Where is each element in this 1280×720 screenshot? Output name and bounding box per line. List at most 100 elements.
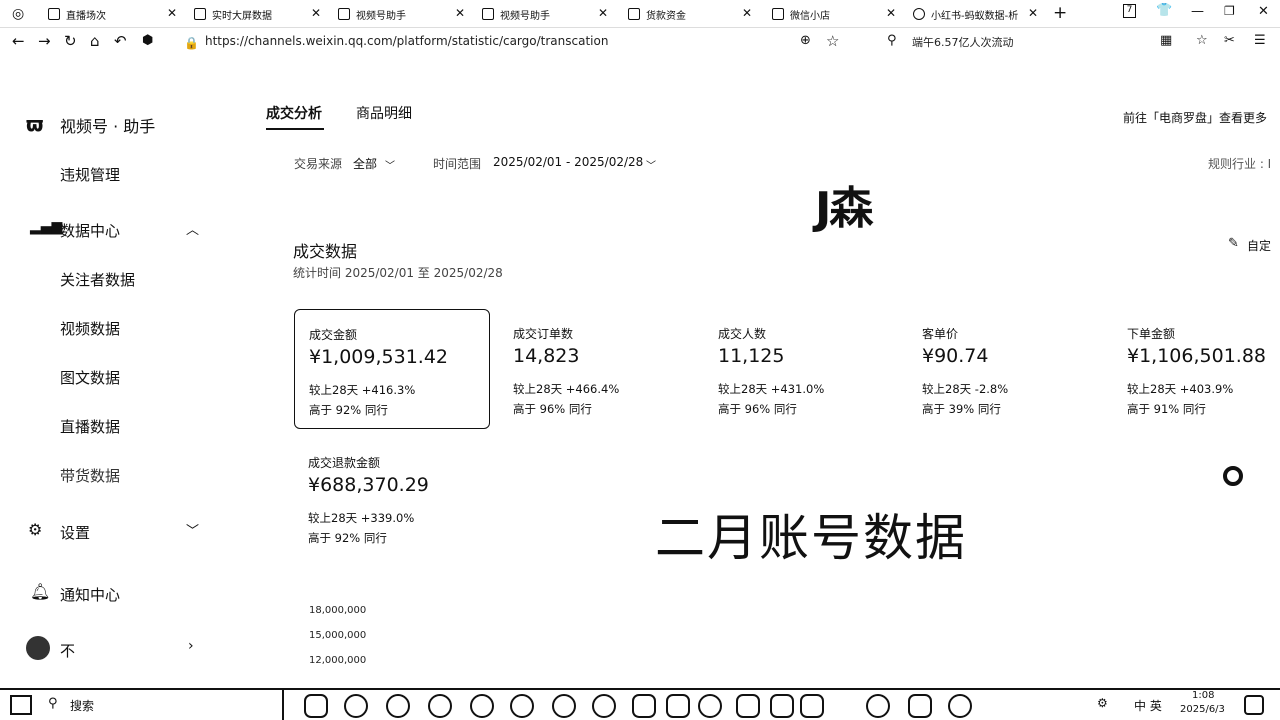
search-input[interactable]: 端午6.57亿人次流动 xyxy=(912,34,1014,50)
browser-tab-2[interactable]: 实时大屏数据 xyxy=(194,4,272,24)
compass-link[interactable]: 前往「电商罗盘」查看更多 xyxy=(1123,109,1267,126)
app-icon[interactable] xyxy=(948,694,972,718)
new-tab-icon[interactable]: + xyxy=(1053,3,1067,23)
shirt-icon[interactable]: 👕 xyxy=(1156,3,1172,18)
close-icon[interactable]: ✕ xyxy=(598,6,608,20)
metric-card-buyers[interactable]: 成交人数 11,125 较上28天 +431.0% 高于 96% 同行 xyxy=(704,309,900,429)
browser-tab-6[interactable]: 微信小店 xyxy=(772,4,830,24)
browser-logo-icon[interactable]: ◎ xyxy=(12,6,24,22)
search-icon[interactable]: ⚲ xyxy=(48,696,58,711)
minimize-icon[interactable]: — xyxy=(1191,4,1204,19)
start-icon[interactable] xyxy=(10,695,32,715)
window-close-icon[interactable]: ✕ xyxy=(1258,4,1269,19)
browser-tab-3[interactable]: 视频号助手 xyxy=(338,4,406,24)
app-icon[interactable] xyxy=(736,694,760,718)
chevron-down-icon[interactable]: ﹀ xyxy=(385,157,395,172)
app-icon[interactable] xyxy=(800,694,824,718)
metric-card-orders[interactable]: 成交订单数 14,823 较上28天 +466.4% 高于 96% 同行 xyxy=(499,309,695,429)
customize-button[interactable]: 自定 xyxy=(1247,237,1271,254)
qq-icon[interactable] xyxy=(386,694,410,718)
edit-icon[interactable]: ✎ xyxy=(1228,236,1239,251)
close-icon[interactable]: ✕ xyxy=(311,6,321,20)
tab-favicon-icon xyxy=(338,8,350,20)
metric-label: 下单金额 xyxy=(1127,327,1176,341)
close-icon[interactable]: ✕ xyxy=(167,6,177,20)
industry-filter[interactable]: 规则行业 : I xyxy=(1208,155,1271,172)
sidebar-item-video-data[interactable]: 视频数据 xyxy=(60,318,120,339)
sidebar-item-violations[interactable]: 违规管理 xyxy=(60,164,120,185)
sidebar-item-followers[interactable]: 关注者数据 xyxy=(60,269,135,290)
close-icon[interactable]: ✕ xyxy=(886,6,896,20)
browser-tab-1[interactable]: 直播场次 xyxy=(48,4,106,24)
tab-deal-analysis[interactable]: 成交分析 xyxy=(266,103,322,123)
taskbar: ⚲ 搜索 ⚙ 中 英 1:08 2025/6/3 xyxy=(0,688,1280,720)
tray-icon[interactable]: ⚙ xyxy=(1097,696,1108,710)
favorites-icon[interactable]: ☆ xyxy=(1196,32,1208,50)
ime-indicator[interactable]: 中 英 xyxy=(1134,697,1162,714)
sidebar-item-live-data[interactable]: 直播数据 xyxy=(60,416,120,437)
app-icon[interactable] xyxy=(510,694,534,718)
url-field[interactable]: https://channels.weixin.qq.com/platform/… xyxy=(205,34,608,48)
sidebar-item-data-center[interactable]: 数据中心 xyxy=(60,220,120,241)
edge-icon[interactable] xyxy=(428,694,452,718)
sidebar-item-settings[interactable]: 设置 xyxy=(60,522,90,543)
metric-card-refund[interactable]: 成交退款金额 ¥688,370.29 较上28天 +339.0% 高于 92% … xyxy=(294,438,490,558)
wechat-icon[interactable] xyxy=(698,694,722,718)
forward-icon[interactable]: → xyxy=(38,32,51,50)
close-icon[interactable]: ✕ xyxy=(455,6,465,20)
sidebar-item-notifications[interactable]: 通知中心 xyxy=(60,584,120,605)
lock-icon[interactable]: 🔒 xyxy=(184,34,199,52)
home-icon[interactable]: ⌂ xyxy=(90,32,100,50)
range-filter-value[interactable]: 2025/02/01 - 2025/02/28 xyxy=(493,155,643,169)
chevron-down-icon[interactable]: ﹀ xyxy=(186,520,199,539)
chevron-down-icon[interactable]: ﹀ xyxy=(646,157,656,172)
notification-center-icon[interactable] xyxy=(1244,695,1264,715)
file-explorer-icon[interactable] xyxy=(304,694,328,718)
source-filter-value[interactable]: 全部 xyxy=(353,155,377,172)
tab-product-detail[interactable]: 商品明细 xyxy=(356,103,412,123)
clock-time[interactable]: 1:08 xyxy=(1192,690,1214,701)
metric-card-order-amount[interactable]: 下单金额 ¥1,106,501.88 较上28天 +403.9% 高于 91% … xyxy=(1113,309,1280,429)
menu-icon[interactable]: ☰ xyxy=(1254,32,1266,50)
metric-card-gmv[interactable]: 成交金额 ¥1,009,531.42 较上28天 +416.3% 高于 92% … xyxy=(294,309,490,429)
app-icon[interactable] xyxy=(552,694,576,718)
y-axis-tick: 12,000,000 xyxy=(309,655,367,666)
app-icon[interactable] xyxy=(666,694,690,718)
calendar-icon[interactable]: 7 xyxy=(1123,4,1136,18)
undo-icon[interactable]: ↶ xyxy=(114,32,127,50)
browser-app-icon[interactable] xyxy=(344,694,368,718)
restore-icon[interactable]: ❐ xyxy=(1224,4,1235,18)
shield-icon[interactable]: ⬢ xyxy=(142,32,153,50)
zoom-icon[interactable]: ⊕ xyxy=(800,32,811,50)
notes-icon[interactable] xyxy=(770,694,794,718)
tools-icon[interactable]: ✂ xyxy=(1224,32,1235,50)
avatar[interactable] xyxy=(26,636,50,660)
taskbar-search-input[interactable]: 搜索 xyxy=(70,697,94,714)
app-icon[interactable] xyxy=(908,694,932,718)
apps-icon[interactable]: ▦ xyxy=(1160,32,1172,50)
metric-card-avg-price[interactable]: 客单价 ¥90.74 较上28天 -2.8% 高于 39% 同行 xyxy=(908,309,1104,429)
assistant-bubble-icon[interactable] xyxy=(1223,466,1243,486)
browser-tab-7[interactable]: 小红书-蚂蚁数据-析 xyxy=(913,4,1018,24)
sidebar-item-sales-data[interactable]: 带货数据 xyxy=(60,465,120,486)
account-name[interactable]: 不 xyxy=(60,640,75,661)
close-icon[interactable]: ✕ xyxy=(1028,6,1038,20)
photos-icon[interactable] xyxy=(632,694,656,718)
browser-tab-5[interactable]: 货款资金 xyxy=(628,4,686,24)
browser-tab-4-active[interactable]: 视频号助手 xyxy=(482,4,550,24)
camera-icon[interactable] xyxy=(866,694,890,718)
tab-favicon-icon xyxy=(482,8,494,20)
clock-date[interactable]: 2025/6/3 xyxy=(1180,704,1225,715)
sidebar-item-post-data[interactable]: 图文数据 xyxy=(60,367,120,388)
metric-value: ¥90.74 xyxy=(922,345,989,367)
close-icon[interactable]: ✕ xyxy=(742,6,752,20)
chevron-right-icon[interactable]: › xyxy=(188,638,194,654)
app-icon[interactable] xyxy=(470,694,494,718)
bookmark-star-icon[interactable]: ☆ xyxy=(826,32,839,50)
chrome-icon[interactable] xyxy=(592,694,616,718)
search-icon[interactable]: ⚲ xyxy=(887,32,897,50)
back-icon[interactable]: ← xyxy=(12,32,25,50)
reload-icon[interactable]: ↻ xyxy=(64,32,77,50)
chevron-up-icon[interactable]: ︿ xyxy=(186,219,199,238)
tab-favicon-icon xyxy=(913,8,925,20)
